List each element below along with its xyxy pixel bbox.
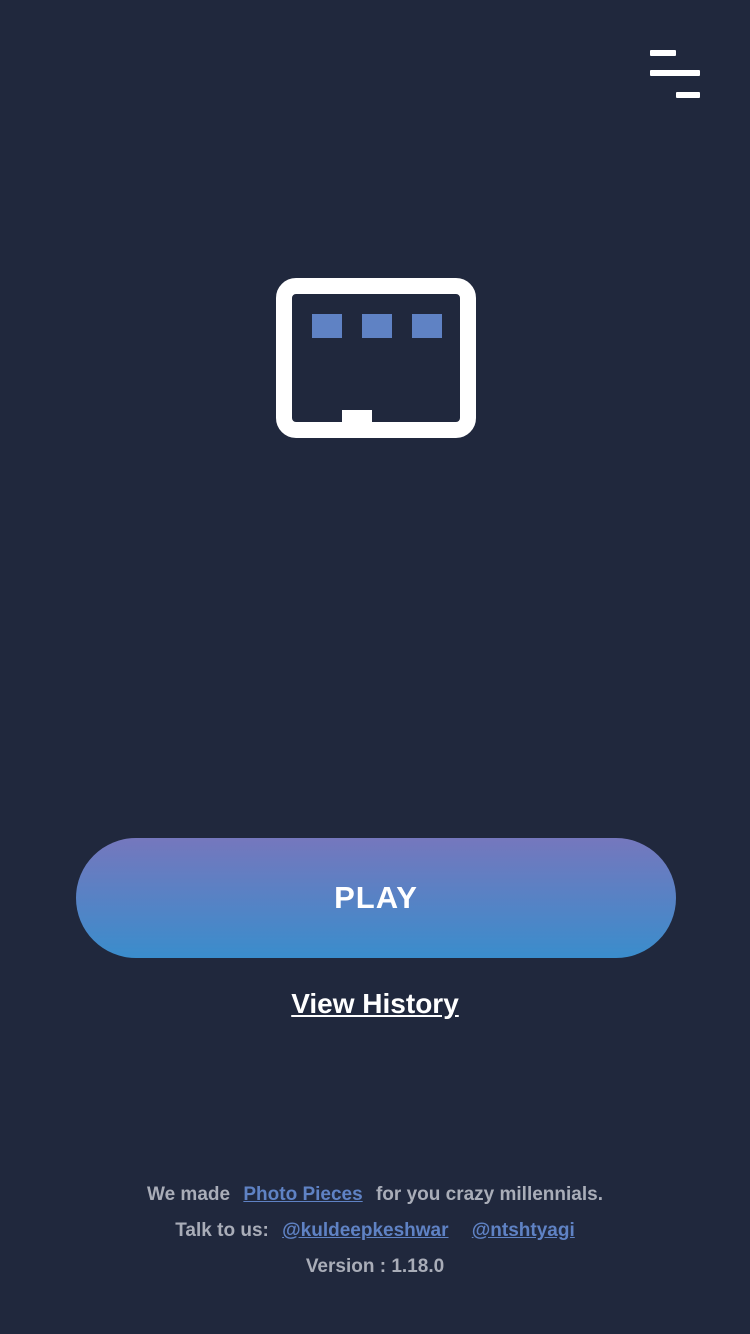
view-history-container: View History [0,988,750,1020]
footer: We made Photo Pieces for you crazy mille… [0,1180,750,1288]
footer-credits-line: We made Photo Pieces for you crazy mille… [0,1180,750,1216]
ntshtyagi-link[interactable]: @ntshtyagi [472,1220,575,1241]
footer-contact-label: Talk to us: [175,1220,269,1241]
app-logo [276,278,476,438]
footer-credits-suffix: for you crazy millennials. [375,1184,603,1205]
menu-icon-bar-middle [650,70,700,76]
footer-contact-line: Talk to us: @kuldeepkeshwar @ntshtyagi [0,1216,750,1252]
menu-button[interactable] [646,46,704,104]
play-button-label: PLAY [334,880,418,915]
photo-pieces-link[interactable]: Photo Pieces [243,1184,362,1205]
view-history-link[interactable]: View History [291,988,459,1019]
play-button[interactable]: PLAY [76,838,676,958]
footer-version-line: Version : 1.18.0 [0,1252,750,1288]
version-text: Version : 1.18.0 [305,1256,445,1277]
footer-credits-prefix: We made [147,1184,231,1205]
menu-icon-bar-top [650,50,676,56]
menu-icon-bar-bottom [676,92,700,98]
photo-pieces-logo-icon [276,278,476,438]
kuldeepkeshwar-link[interactable]: @kuldeepkeshwar [282,1220,448,1241]
